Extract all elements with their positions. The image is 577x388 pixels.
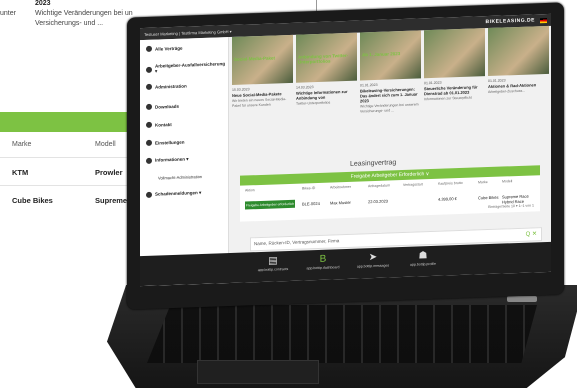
mail-icon: [146, 121, 152, 128]
news-card[interactable]: 01.01.2023 Aktionen & Rad-Aktionen Arbei…: [488, 25, 549, 136]
info-icon: [146, 157, 152, 164]
app-screen: Testuser Marketing | Testfirma Marketing…: [140, 13, 551, 287]
news-image: Social-Media-Paket: [232, 34, 293, 85]
lease-header[interactable]: Marke: [478, 180, 488, 184]
news-card[interactable]: Anbindung von Twitter-Unterportfolios 14…: [296, 32, 357, 143]
search-icon[interactable]: Q ✕: [526, 230, 537, 237]
lease-header[interactable]: Anfragedatum: [368, 183, 390, 188]
lease-header[interactable]: Arbeitnehmer: [330, 185, 351, 190]
news-image: [424, 28, 485, 79]
bottom-nav-profile[interactable]: ☗ app.bottip.profile: [398, 248, 448, 267]
download-icon: [146, 103, 152, 110]
lease-title: Leasingvertrag: [350, 159, 397, 168]
column-header-marke: Marke: [12, 141, 32, 148]
keyboard: [147, 305, 537, 363]
news-fragment: unter: [0, 10, 16, 17]
sidebar-subitem-vollmacht[interactable]: Vollmacht-Administration: [158, 174, 202, 181]
bottom-nav-contracts[interactable]: ▤ app.bottip.contracts: [248, 254, 298, 273]
pagination[interactable]: Einträge/Seite 10 ▾ 1–1 von 1: [488, 203, 534, 209]
bottom-nav-messages[interactable]: ➤ app.bottip.messages: [348, 250, 398, 269]
lease-status-banner[interactable]: Freigabe Arbeitgeber Erforderlich ∨: [240, 165, 540, 186]
lease-header[interactable]: Modell: [502, 179, 512, 183]
sidebar-item-downloads[interactable]: Downloads: [146, 103, 179, 110]
sidebar-item-informationen[interactable]: Informationen ▾: [146, 156, 189, 164]
lease-cell-brand: Cube Bikes: [478, 194, 499, 201]
sidebar-item-einstellungen[interactable]: Einstellungen: [146, 139, 185, 146]
news-image: [488, 25, 549, 77]
table-cell-marke: Cube Bikes: [12, 196, 53, 205]
lease-cell-employee: Max Muster: [330, 199, 351, 206]
language-flag-icon[interactable]: [540, 17, 547, 24]
sidebar: Alle Verträge Arbeitgeber-Ausfallversich…: [140, 37, 229, 287]
lease-cell-price: 4.399,00 €: [438, 196, 457, 202]
laptop: Testuser Marketing | Testfirma Marketing…: [107, 0, 577, 388]
gear-icon: [146, 83, 152, 90]
sidebar-item-administration[interactable]: Administration: [146, 83, 187, 90]
news-cards: Social-Media-Paket 15.03.2023 Neue Socia…: [232, 25, 551, 145]
lease-table: Freigabe Arbeitgeber Erforderlich ∨ Akti…: [240, 165, 540, 222]
settings-icon: [146, 139, 152, 146]
news-text-line2: Versicherungs- und ...: [35, 20, 104, 27]
send-icon: ➤: [368, 251, 378, 264]
lease-header[interactable]: Bikes-ID: [302, 186, 315, 190]
lease-header[interactable]: Kaufpreis brutto: [438, 181, 463, 186]
bottom-nav-dashboard[interactable]: Bapp.bottip.dashboard: [298, 252, 348, 271]
news-card[interactable]: Ab 1. Januar 2023 01.01.2023 Bikeleasing…: [360, 30, 421, 140]
company-selector[interactable]: Testuser Marketing | Testfirma Marketing…: [144, 29, 232, 37]
sidebar-item-schadenmeldungen[interactable]: Schadenmeldungen ▾: [146, 190, 201, 198]
table-cell-marke: KTM: [12, 168, 29, 177]
news-image: Anbindung von Twitter-Unterportfolios: [296, 32, 357, 83]
news-card[interactable]: 01.01.2023 Steuerliche Veränderung für D…: [424, 28, 485, 138]
lease-cell-model: Supreme Race Hybrid Race: [502, 193, 529, 205]
contracts-icon: [146, 45, 152, 52]
approve-button[interactable]: Freigabe Arbeitgeber erforderlich: [245, 199, 295, 210]
news-image: Ab 1. Januar 2023: [360, 30, 421, 81]
sidebar-item-alle-vertraege[interactable]: Alle Verträge: [146, 45, 183, 52]
shield-icon: [146, 191, 152, 198]
b-logo-icon: B: [319, 253, 327, 265]
sidebar-item-ausfallversicherung[interactable]: Arbeitgeber-Ausfallversicherung ▾: [146, 61, 228, 75]
trackpad: [197, 360, 319, 384]
search-placeholder: Name, Rücken-ID, Vertragsnummer, Firma: [254, 238, 340, 247]
news-date: 2023: [35, 0, 51, 7]
lease-header[interactable]: Vertragsstart: [403, 182, 423, 187]
lease-header[interactable]: Aktion: [245, 188, 255, 192]
lease-cell-date: 22.03.2023: [368, 198, 389, 205]
profile-icon: ☗: [418, 250, 428, 262]
lease-cell-id: BLE-0024: [302, 200, 320, 207]
hinge-right: [507, 296, 537, 302]
news-card[interactable]: Social-Media-Paket 15.03.2023 Neue Socia…: [232, 34, 293, 145]
laptop-bezel: Testuser Marketing | Testfirma Marketing…: [127, 2, 564, 310]
sidebar-item-kontakt[interactable]: Kontakt: [146, 121, 172, 128]
bike-icon: [146, 66, 152, 73]
brand-logo: BIKELEASING.DE: [485, 17, 535, 26]
document-icon: ▤: [268, 255, 278, 267]
